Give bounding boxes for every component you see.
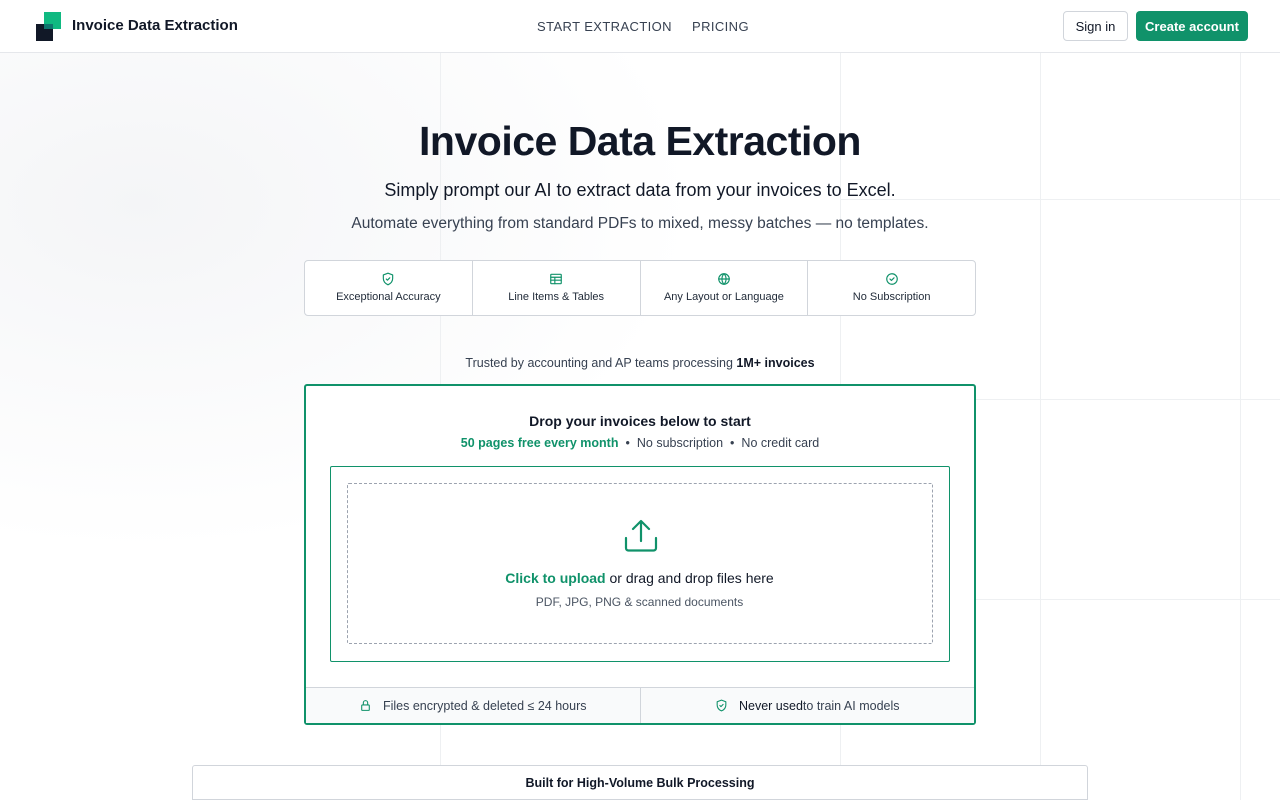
- feature-line-items: Line Items & Tables: [473, 261, 641, 315]
- lock-icon: [361, 700, 370, 711]
- privacy-note: Never used to train AI models: [641, 688, 975, 723]
- table-icon: [550, 273, 562, 285]
- create-account-button[interactable]: Create account: [1136, 11, 1248, 41]
- feature-no-subscription: No Subscription: [808, 261, 975, 315]
- feature-label: Any Layout or Language: [663, 291, 784, 303]
- trusted-prefix: Trusted by accounting and AP teams proce…: [465, 356, 737, 370]
- hero-subtitle: Simply prompt our AI to extract data fro…: [384, 180, 896, 200]
- feature-label: No Subscription: [852, 291, 931, 303]
- file-dropzone[interactable]: Click to upload or drag and drop files h…: [347, 483, 933, 644]
- click-to-upload-link[interactable]: Click to upload: [505, 570, 605, 586]
- encryption-text: Files encrypted & deleted ≤ 24 hours: [382, 698, 587, 713]
- hero-description: Automate everything from standard PDFs t…: [351, 215, 929, 232]
- page-title: Invoice Data Extraction: [419, 118, 861, 164]
- feature-label: Exceptional Accuracy: [336, 291, 441, 303]
- upload-card-subtitle: 50 pages free every month • No subscriptio…: [306, 436, 974, 450]
- free-pages-text: 50 pages free every month: [460, 436, 619, 450]
- nav-start-extraction[interactable]: START EXTRACTION: [537, 19, 672, 34]
- top-nav-bar: Invoice Data Extraction START EXTRACTION…: [0, 0, 1280, 53]
- bullet-separator: •: [730, 436, 735, 450]
- nav-pricing[interactable]: PRICING: [692, 19, 749, 34]
- feature-any-layout: Any Layout or Language: [641, 261, 809, 315]
- security-footer: Files encrypted & deleted ≤ 24 hours Nev…: [306, 687, 974, 723]
- shield-check-icon: [383, 272, 394, 286]
- privacy-strong-text: Never used: [738, 698, 803, 713]
- brand-logo-icon[interactable]: [36, 12, 61, 41]
- upload-icon: [624, 519, 658, 552]
- feature-strip: Exceptional Accuracy Line Items & Tables…: [304, 260, 976, 316]
- upload-card-title: Drop your invoices below to start: [529, 413, 751, 429]
- globe-icon: [718, 273, 730, 285]
- feature-accuracy: Exceptional Accuracy: [305, 261, 473, 315]
- brand-name[interactable]: Invoice Data Extraction: [72, 17, 238, 34]
- dropzone-frame: Click to upload or drag and drop files h…: [330, 466, 950, 662]
- no-credit-card-text: No credit card: [741, 436, 820, 450]
- drag-drop-text: or drag and drop files here: [605, 570, 774, 586]
- dropzone-instructions: Click to upload or drag and drop files h…: [348, 570, 931, 586]
- privacy-rest-text: to train AI models: [802, 698, 900, 713]
- upload-card: Drop your invoices below to start 50 pag…: [304, 384, 976, 725]
- bulk-processing-title: Built for High-Volume Bulk Processing: [525, 776, 755, 790]
- bullet-separator: •: [625, 436, 630, 450]
- feature-label: Line Items & Tables: [508, 291, 605, 303]
- shield-check-icon: [716, 699, 727, 712]
- no-subscription-text: No subscription: [636, 436, 724, 450]
- trusted-by-text: Trusted by accounting and AP teams proce…: [0, 356, 1280, 370]
- encryption-note: Files encrypted & deleted ≤ 24 hours: [306, 688, 641, 723]
- supported-formats: PDF, JPG, PNG & scanned documents: [535, 595, 744, 609]
- sign-in-button[interactable]: Sign in: [1063, 11, 1128, 41]
- bulk-processing-section: Built for High-Volume Bulk Processing: [192, 765, 1088, 800]
- trusted-highlight: 1M+ invoices: [736, 356, 815, 370]
- check-circle-icon: [885, 273, 898, 285]
